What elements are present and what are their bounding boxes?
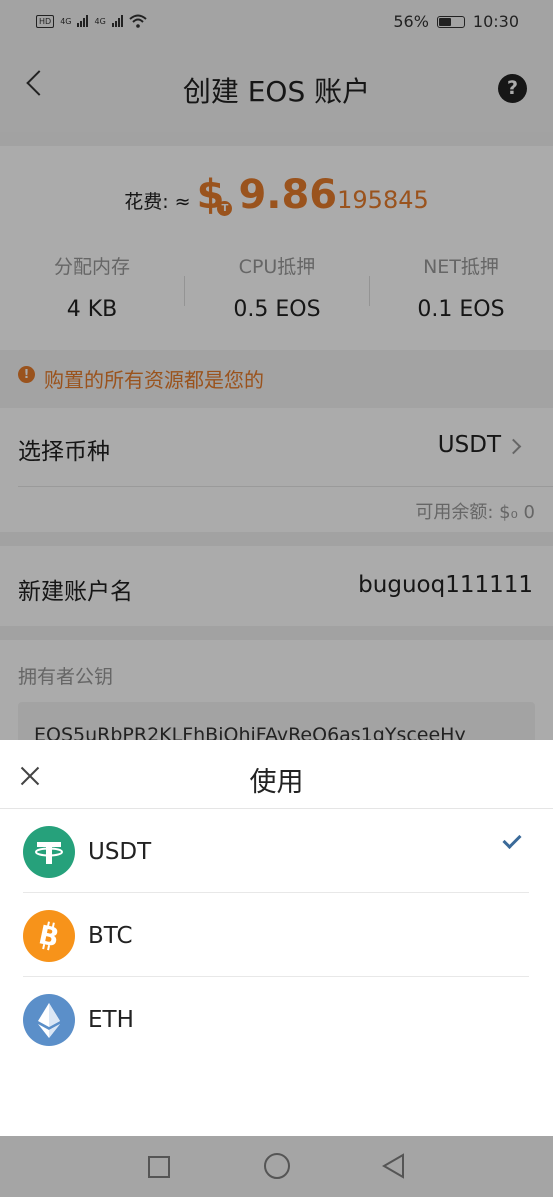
coin-name: ETH — [88, 1007, 134, 1033]
coin-option-usdt[interactable]: USDT — [0, 809, 553, 893]
modal-overlay[interactable] — [0, 0, 553, 740]
coin-option-eth[interactable]: ETH — [0, 977, 553, 1061]
tether-icon — [23, 826, 75, 878]
back-nav-icon[interactable] — [382, 1153, 406, 1179]
sheet-title: 使用 — [249, 767, 304, 798]
ethereum-icon — [23, 994, 75, 1046]
coin-name: BTC — [88, 923, 133, 949]
recents-icon[interactable] — [148, 1156, 170, 1178]
bitcoin-icon: B — [23, 910, 75, 962]
coin-name: USDT — [88, 839, 152, 865]
coin-option-btc[interactable]: B BTC — [0, 893, 553, 977]
home-icon[interactable] — [264, 1153, 290, 1179]
checkmark-icon — [502, 829, 522, 850]
